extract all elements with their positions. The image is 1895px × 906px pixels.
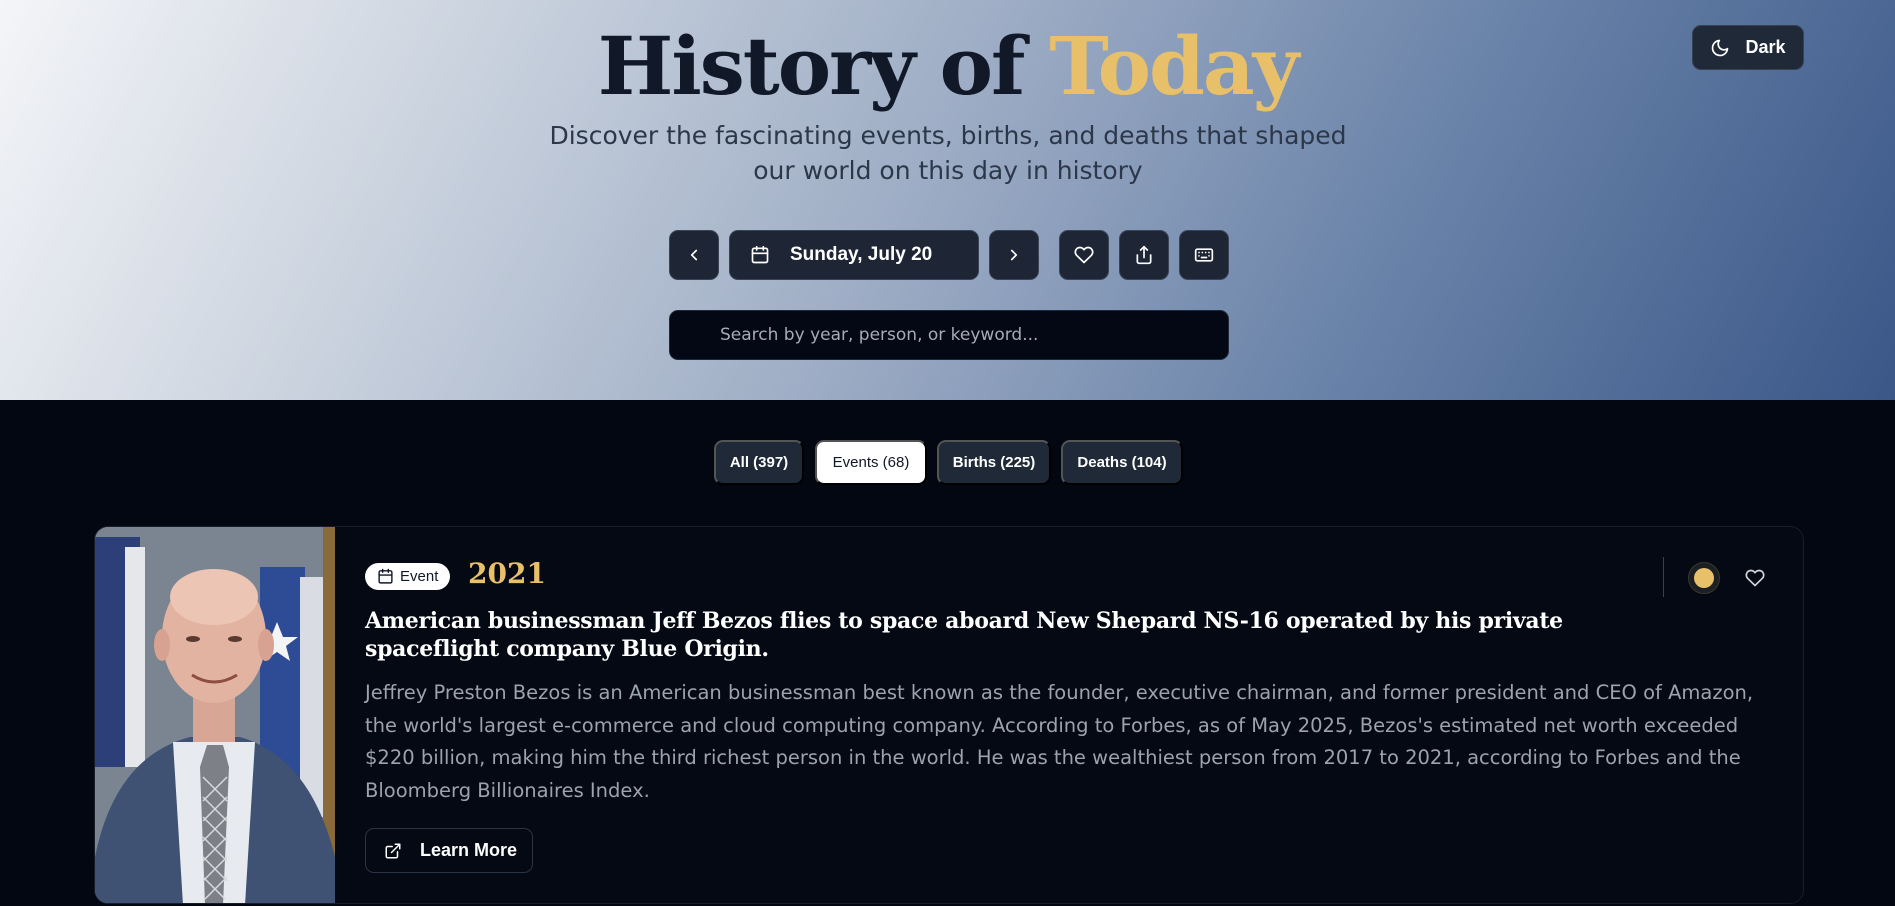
heart-icon — [1745, 568, 1765, 588]
tab-label: Births (225) — [952, 454, 1036, 471]
calendar-icon — [750, 245, 770, 265]
divider — [1663, 557, 1664, 597]
read-aloud-toggle[interactable] — [1688, 562, 1720, 594]
share-icon — [1134, 245, 1154, 265]
calendar-icon — [377, 568, 394, 585]
moon-icon — [1710, 38, 1730, 58]
title-main: History of — [597, 19, 1026, 113]
event-card: Event 2021 American businessman Jeff Bez… — [94, 526, 1804, 904]
learn-more-button[interactable]: Learn More — [365, 828, 533, 873]
external-link-icon — [384, 842, 402, 860]
tab-label: Events (68) — [832, 454, 910, 471]
tab-label: All (397) — [729, 454, 789, 471]
favorite-event-button[interactable] — [1740, 563, 1770, 593]
theme-toggle-label: Dark — [1745, 37, 1786, 57]
previous-day-button[interactable] — [669, 230, 719, 280]
date-label: Sunday, July 20 — [790, 244, 933, 265]
chevron-left-icon — [685, 246, 703, 264]
page-subtitle: Discover the fascinating events, births,… — [549, 121, 1347, 185]
event-year: 2021 — [468, 557, 546, 590]
tab-all[interactable]: All (397) — [714, 440, 804, 485]
keyboard-shortcuts-button[interactable] — [1179, 230, 1229, 280]
tab-births[interactable]: Births (225) — [937, 440, 1051, 485]
keyboard-icon — [1194, 245, 1214, 265]
date-picker-button[interactable]: Sunday, July 20 — [729, 230, 979, 280]
event-photo — [95, 527, 335, 903]
event-description: Jeffrey Preston Bezos is an American bus… — [365, 681, 1754, 802]
tab-events[interactable]: Events (68) — [815, 440, 927, 485]
badge-label: Event — [400, 568, 439, 585]
search-bar — [669, 310, 1229, 360]
heart-icon — [1074, 245, 1094, 265]
title-accent: Today — [1049, 19, 1299, 113]
page-title: History of Today — [0, 18, 1895, 114]
status-dot-icon — [1694, 568, 1714, 588]
hero-header: History of Today Discover the fascinatin… — [0, 0, 1895, 400]
event-type-badge: Event — [365, 563, 451, 590]
tab-deaths[interactable]: Deaths (104) — [1061, 440, 1183, 485]
favorites-button[interactable] — [1059, 230, 1109, 280]
tab-label: Deaths (104) — [1077, 454, 1167, 471]
next-day-button[interactable] — [989, 230, 1039, 280]
search-input[interactable] — [670, 311, 1228, 359]
theme-toggle-button[interactable]: Dark — [1692, 25, 1804, 70]
share-button[interactable] — [1119, 230, 1169, 280]
event-title: American businessman Jeff Bezos flies to… — [365, 608, 1563, 662]
chevron-right-icon — [1005, 246, 1023, 264]
learn-more-label: Learn More — [420, 840, 518, 860]
